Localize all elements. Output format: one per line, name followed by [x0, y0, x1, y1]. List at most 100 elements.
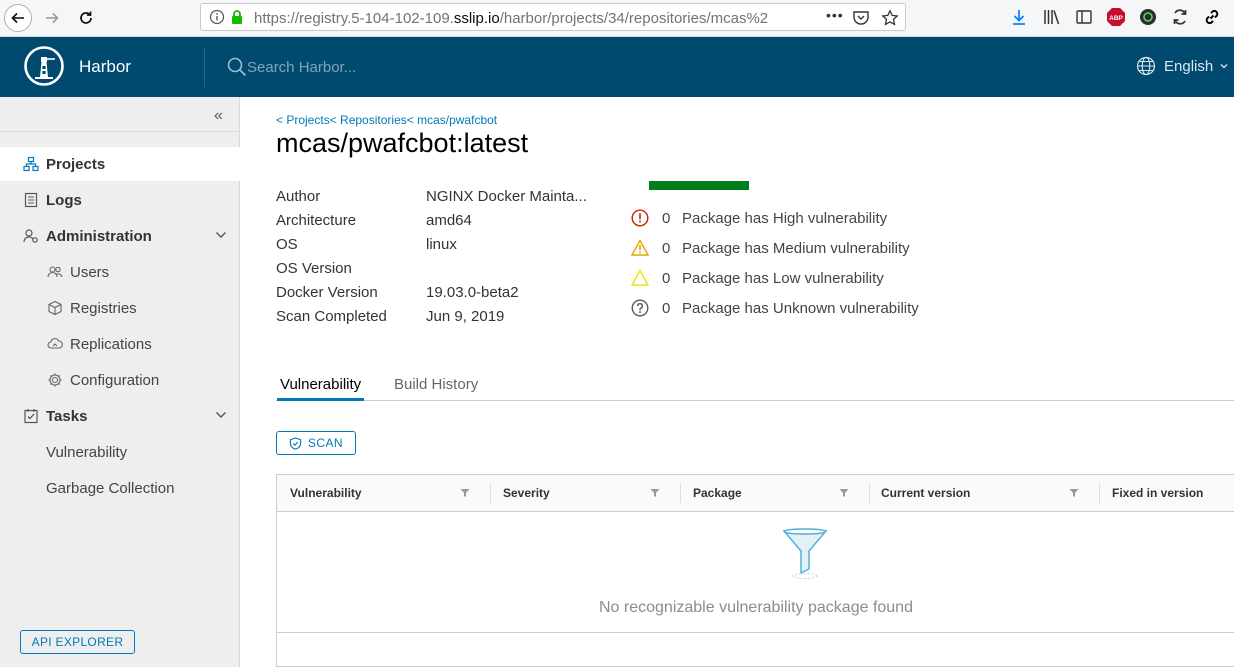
sidebar-item-label: Replications	[70, 335, 152, 353]
sidebar-item-garbage-collection[interactable]: Garbage Collection	[0, 471, 240, 505]
sidebar-item-logs[interactable]: Logs	[0, 183, 240, 217]
info-label-os: OS	[276, 236, 298, 253]
sidebar-item-label: Vulnerability	[46, 443, 128, 461]
sidebar-item-replications[interactable]: Replications	[0, 327, 240, 361]
chevron-down-icon	[216, 232, 226, 238]
breadcrumb-projects-link[interactable]: < Projects	[276, 113, 330, 127]
bookmark-star-icon[interactable]	[881, 9, 899, 27]
vuln-row-low: 0 Package has Low vulnerability	[630, 268, 884, 288]
administration-icon	[22, 227, 40, 245]
empty-state-message: No recognizable vulnerability package fo…	[599, 599, 913, 616]
filter-icon[interactable]	[650, 488, 660, 498]
app-header: Harbor English	[0, 37, 1234, 97]
scan-result-bar[interactable]	[649, 181, 749, 190]
browser-toolbar: https://registry.5-104-102-109.sslip.io/…	[0, 0, 1234, 37]
replications-icon	[46, 335, 64, 353]
download-icon[interactable]	[1009, 7, 1029, 27]
column-separator[interactable]	[490, 483, 491, 503]
sidebar-item-label: Tasks	[46, 407, 88, 425]
column-header-current-version[interactable]: Current version	[881, 475, 970, 511]
chevron-down-icon	[1220, 64, 1228, 69]
vuln-count: 0	[662, 269, 671, 287]
lock-icon[interactable]	[229, 9, 245, 25]
column-header-vulnerability[interactable]: Vulnerability	[290, 475, 362, 511]
double-chevron-left-icon: «	[214, 107, 223, 124]
global-search-input[interactable]	[247, 57, 547, 77]
info-value-architecture: amd64	[426, 212, 472, 229]
info-value-scan-completed: Jun 9, 2019	[426, 308, 505, 325]
projects-icon	[22, 155, 40, 173]
sidebar-item-registries[interactable]: Registries	[0, 291, 240, 325]
forward-button[interactable]	[38, 4, 66, 32]
sidebar-item-administration[interactable]: Administration	[0, 219, 240, 253]
tab-build-history[interactable]: Build History	[394, 376, 478, 401]
language-selector[interactable]: English	[1136, 56, 1229, 76]
info-label-os-version: OS Version	[276, 260, 352, 277]
info-value-author: NGINX Docker Mainta...	[426, 188, 587, 205]
sidebar-item-tasks[interactable]: Tasks	[0, 399, 240, 433]
pocket-icon[interactable]	[852, 9, 870, 27]
column-header-severity[interactable]: Severity	[503, 475, 550, 511]
reload-icon	[80, 11, 92, 24]
breadcrumb-repository-link[interactable]: < mcas/pwafcbot	[407, 113, 497, 127]
breadcrumb: < Projects< Repositories< mcas/pwafcbot	[276, 113, 497, 127]
low-severity-icon	[630, 268, 650, 288]
info-label-scan-completed: Scan Completed	[276, 308, 387, 325]
registries-icon	[46, 299, 64, 317]
shield-icon	[289, 436, 302, 450]
url-text[interactable]: https://registry.5-104-102-109.sslip.io/…	[254, 10, 814, 27]
medium-severity-icon	[630, 238, 650, 258]
search-icon	[227, 57, 247, 82]
info-label-docker-version: Docker Version	[276, 284, 378, 301]
extension-dark-icon[interactable]	[1138, 7, 1158, 27]
vuln-count: 0	[662, 209, 671, 227]
vuln-count: 0	[662, 299, 671, 317]
sidebar-item-label: Configuration	[70, 371, 160, 389]
info-value-docker-version: 19.03.0-beta2	[426, 284, 519, 301]
high-severity-icon	[630, 208, 650, 228]
info-label-architecture: Architecture	[276, 212, 357, 229]
scan-button[interactable]: SCAN	[276, 431, 356, 455]
filter-icon[interactable]	[460, 488, 470, 498]
globe-icon	[1136, 56, 1156, 76]
sidebar-item-label: Projects	[46, 155, 106, 173]
vuln-row-high: 0 Package has High vulnerability	[630, 208, 887, 228]
adblock-icon[interactable]: ABP	[1106, 7, 1126, 27]
sidebar-item-projects[interactable]: Projects	[0, 147, 240, 181]
sidebar-item-configuration[interactable]: Configuration	[0, 363, 240, 397]
vuln-count: 0	[662, 239, 671, 257]
harbor-logo[interactable]	[24, 46, 64, 86]
sidebar-toggle-icon[interactable]	[1074, 7, 1094, 27]
grid-footer-border	[277, 632, 1234, 633]
sidebar-item-label: Registries	[70, 299, 137, 317]
sidebar-item-users[interactable]: Users	[0, 255, 240, 289]
info-value-os: linux	[426, 236, 457, 253]
page-actions-menu[interactable]: •••	[826, 7, 844, 23]
breadcrumb-repositories-link[interactable]: < Repositories	[330, 113, 407, 127]
column-header-package[interactable]: Package	[693, 475, 742, 511]
filter-icon[interactable]	[839, 488, 849, 498]
reload-button[interactable]	[72, 4, 100, 32]
vulnerability-grid: Vulnerability Severity Package Current v…	[276, 474, 1234, 667]
link-icon[interactable]	[1202, 7, 1222, 27]
tab-vulnerability[interactable]: Vulnerability	[277, 376, 365, 401]
info-icon[interactable]	[209, 9, 225, 25]
address-bar[interactable]: https://registry.5-104-102-109.sslip.io/…	[200, 3, 906, 31]
library-icon[interactable]	[1042, 7, 1062, 27]
column-separator[interactable]	[680, 483, 681, 503]
sidebar: « Projects Logs Administration Users Reg…	[0, 97, 240, 667]
brand-name[interactable]: Harbor	[79, 57, 131, 77]
chevron-down-icon	[216, 412, 226, 418]
filter-icon[interactable]	[1069, 488, 1079, 498]
sync-icon[interactable]	[1170, 7, 1190, 27]
back-button[interactable]	[4, 4, 32, 32]
sidebar-item-vulnerability[interactable]: Vulnerability	[0, 435, 240, 469]
collapse-sidebar-button[interactable]: «	[214, 107, 223, 125]
column-separator[interactable]	[1099, 483, 1100, 503]
sidebar-item-label: Logs	[46, 191, 82, 209]
column-separator[interactable]	[869, 483, 870, 503]
column-header-fixed-in-version[interactable]: Fixed in version	[1112, 475, 1203, 511]
info-label-author: Author	[276, 188, 321, 205]
vuln-label: Package has Unknown vulnerability	[682, 299, 919, 317]
api-explorer-button[interactable]: API EXPLORER	[20, 630, 135, 654]
